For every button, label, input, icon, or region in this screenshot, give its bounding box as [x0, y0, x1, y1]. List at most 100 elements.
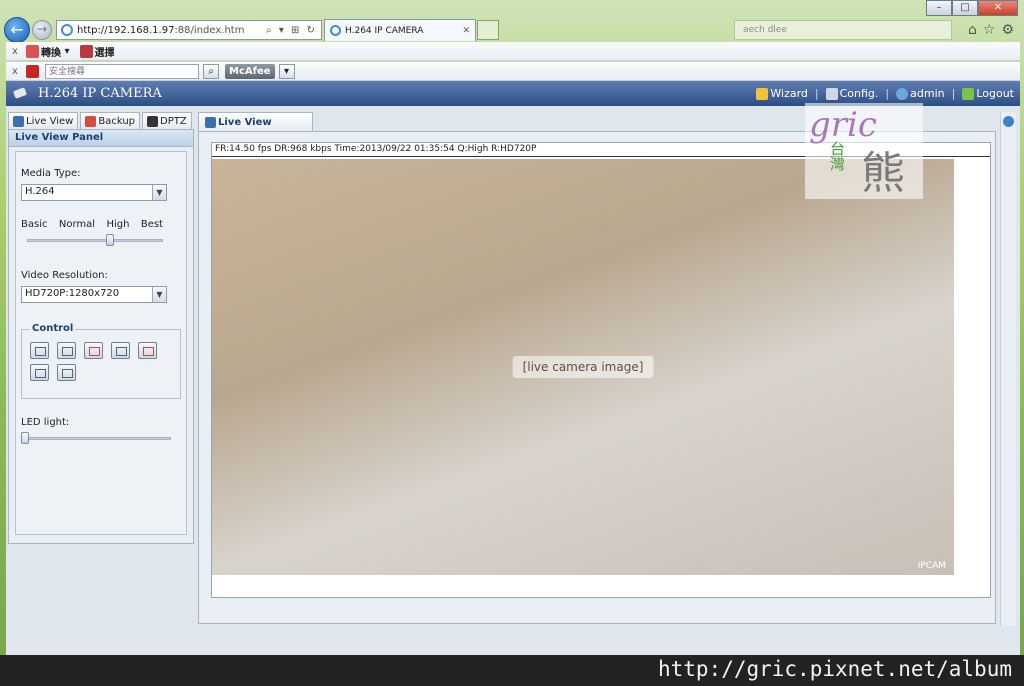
mcafee-button[interactable]: McAfee	[225, 63, 275, 79]
live-view-icon	[205, 116, 216, 128]
tab-label: Live View	[26, 115, 74, 127]
record-icon[interactable]	[30, 364, 49, 381]
chevron-down-icon[interactable]: ▼	[152, 287, 166, 302]
video-resolution-select[interactable]: HD720P:1280x720 ▼	[21, 286, 167, 303]
safe-search-input[interactable]	[45, 63, 199, 79]
main-tab-label: Live View	[218, 116, 272, 128]
save-icon[interactable]	[57, 364, 76, 381]
logout-link[interactable]: Logout	[962, 87, 1014, 100]
quality-thumb[interactable]	[106, 234, 114, 246]
snapshot-icon[interactable]	[30, 342, 49, 359]
browser-window: – □ ✕ ← → http://192.168.1.97:88/index.h…	[0, 0, 1024, 686]
tab-dptz[interactable]: DPTZ	[142, 112, 192, 129]
quality-high: High	[106, 219, 130, 230]
video-resolution-value: HD720P:1280x720	[25, 288, 120, 299]
settings-gear-icon[interactable]: ⚙	[1001, 22, 1014, 38]
left-sidebar: Live View Backup DPTZ Live View Panel Me…	[8, 112, 194, 626]
quality-labels: Basic Normal High Best	[21, 219, 163, 230]
back-icon[interactable]: ←	[4, 17, 30, 43]
led-light-label: LED light:	[21, 417, 70, 428]
close-button[interactable]: ✕	[978, 0, 1018, 16]
control-row	[30, 342, 172, 359]
address-path: :88/index.htm	[174, 24, 245, 36]
ie-icon	[330, 25, 341, 36]
left-tabs: Live View Backup DPTZ	[8, 112, 194, 129]
quality-track	[27, 239, 163, 242]
tab-live-view-main[interactable]: Live View	[198, 112, 313, 131]
browser-right-icons: ⌂ ☆ ⚙	[968, 22, 1014, 38]
tab-backup[interactable]: Backup	[80, 112, 140, 129]
mcafee-extra-icon[interactable]: ▾	[278, 63, 295, 79]
favorites-star-icon[interactable]: ☆	[983, 22, 996, 38]
admin-label: admin	[910, 87, 945, 100]
zoom-icon[interactable]	[111, 342, 130, 359]
panel-body: Media Type: H.264 ▼ Basic Normal High Bes…	[15, 151, 187, 535]
address-bar[interactable]: http://192.168.1.97:88/index.htm ⌕ ▾ ⊞ ↻	[56, 20, 322, 40]
wizard-icon	[756, 87, 769, 100]
media-type-label: Media Type:	[21, 168, 81, 179]
browser-tab[interactable]: H.264 IP CAMERA ✕	[324, 19, 476, 41]
admin-link[interactable]: admin	[896, 87, 945, 100]
mute-speaker-icon[interactable]	[84, 342, 103, 359]
watermark-text-3: 熊	[861, 148, 905, 199]
right-rail	[1000, 112, 1016, 626]
tab-close-icon[interactable]: ✕	[462, 26, 470, 36]
fullscreen-icon[interactable]	[57, 342, 76, 359]
config-link[interactable]: Config.	[825, 87, 878, 100]
media-type-value: H.264	[25, 186, 55, 197]
toolbar-translate: x 轉換 ▾ 選擇	[6, 42, 1020, 61]
logout-label: Logout	[976, 87, 1014, 100]
video-resolution-label: Video Resolution:	[21, 270, 108, 281]
close-toolbar-icon[interactable]: x	[12, 46, 26, 57]
video-placeholder: [live camera image]	[512, 356, 654, 378]
microphone-icon[interactable]	[138, 342, 157, 359]
home-icon[interactable]: ⌂	[968, 22, 977, 38]
led-slider[interactable]	[21, 432, 171, 444]
close-toolbar-icon[interactable]: x	[12, 66, 26, 77]
wizard-link[interactable]: Wizard	[756, 87, 808, 100]
user-icon	[896, 87, 909, 100]
select-button[interactable]: 選擇	[79, 44, 115, 59]
config-icon	[825, 87, 838, 100]
led-thumb[interactable]	[21, 432, 29, 444]
translate-icon	[26, 44, 39, 58]
video-frame: FR:14.50 fps DR:968 kbps Time:2013/09/22…	[211, 142, 991, 598]
mcafee-shield-icon	[26, 64, 39, 78]
panel-title: Live View Panel	[9, 130, 193, 147]
quality-slider[interactable]	[27, 234, 163, 246]
media-type-select[interactable]: H.264 ▼	[21, 184, 167, 201]
live-view-panel: Live View Panel Media Type: H.264 ▼ Basic…	[8, 129, 194, 544]
forward-icon[interactable]: →	[32, 20, 52, 40]
help-icon[interactable]	[1003, 116, 1014, 127]
quality-basic: Basic	[21, 219, 48, 230]
select-label: 選擇	[94, 47, 115, 59]
camera-logo-icon	[12, 86, 30, 102]
watermark-text-2: 台灣	[828, 141, 846, 171]
maximize-button[interactable]: □	[952, 0, 978, 16]
address-tools[interactable]: ⌕ ▾ ⊞ ↻	[266, 25, 317, 36]
new-tab-button[interactable]	[477, 20, 499, 40]
control-group: Control	[21, 323, 181, 399]
toolbar-mcafee: x ⌕ McAfee ▾	[6, 62, 1020, 81]
menu-separator: |	[951, 87, 956, 100]
address-host: http://192.168.1.97	[77, 24, 175, 36]
control-row	[30, 364, 172, 381]
dptz-icon	[147, 115, 158, 127]
ie-icon	[61, 24, 73, 36]
quality-normal: Normal	[58, 219, 96, 230]
footer-watermark: http://gric.pixnet.net/album	[0, 655, 1024, 686]
backup-icon	[85, 115, 97, 127]
tab-label: DPTZ	[160, 115, 187, 127]
search-icon[interactable]: ⌕	[203, 63, 219, 79]
tab-live-view[interactable]: Live View	[8, 112, 79, 129]
app-title: H.264 IP CAMERA	[38, 86, 162, 101]
menu-separator: |	[885, 87, 890, 100]
window-controls: – □ ✕	[926, 0, 1018, 16]
quality-best: Best	[140, 219, 163, 230]
translate-label: 轉換	[41, 47, 61, 59]
tab-title: H.264 IP CAMERA	[345, 25, 424, 36]
chevron-down-icon[interactable]: ▼	[152, 185, 166, 200]
translate-button[interactable]: 轉換 ▾	[26, 44, 70, 59]
minimize-button[interactable]: –	[926, 0, 952, 16]
live-video[interactable]: [live camera image] IPCAM	[212, 159, 954, 575]
